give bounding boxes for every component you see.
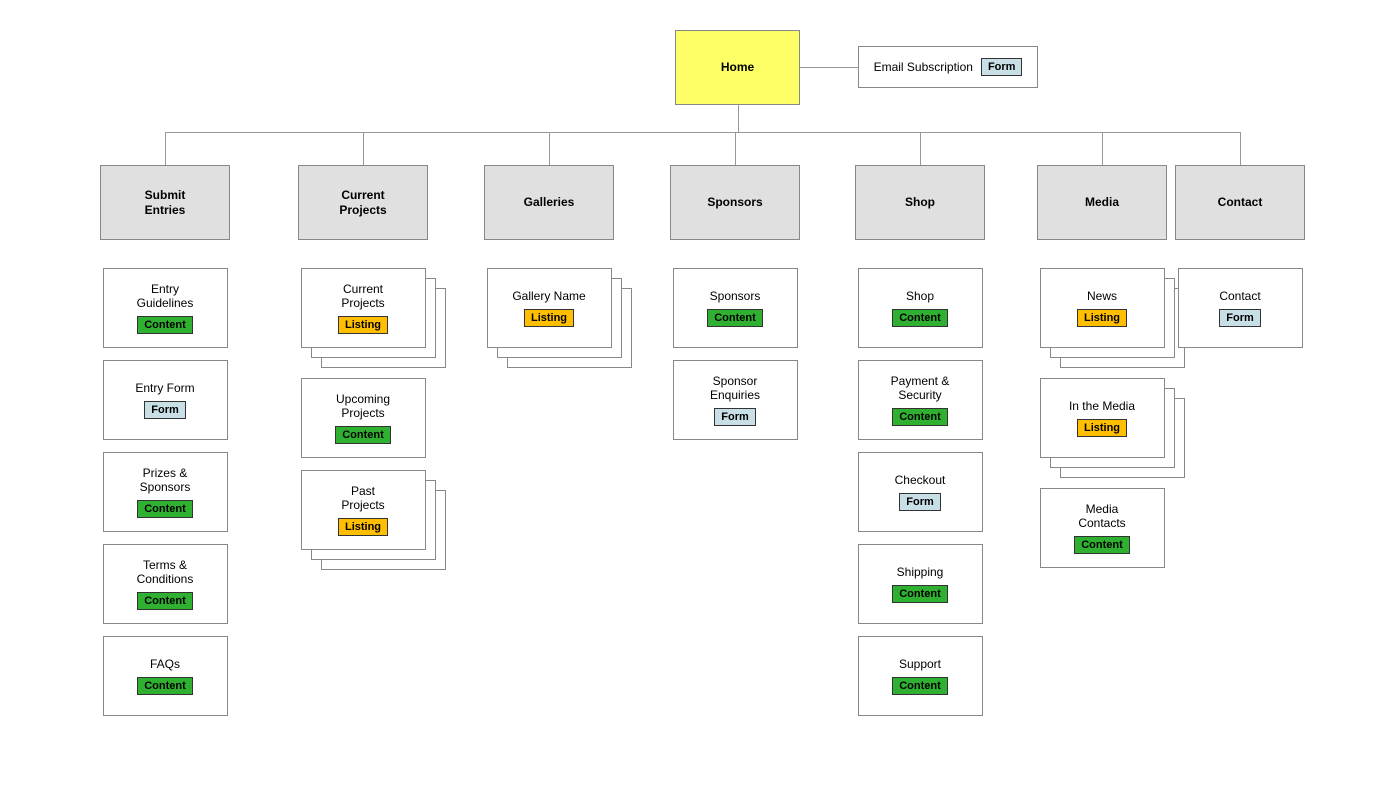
connector — [1240, 132, 1241, 165]
leaf-4-1: Payment & Security Content — [858, 360, 983, 440]
leaf-5-0: News Listing — [1040, 268, 1165, 348]
tag-content: Content — [707, 309, 763, 327]
label: Upcoming Projects — [336, 392, 390, 421]
label: Entry Form — [135, 381, 194, 395]
label: Sponsors — [707, 195, 762, 209]
leaf-0-2: Prizes & Sponsors Content — [103, 452, 228, 532]
label: Shipping — [897, 565, 944, 579]
connector — [920, 132, 921, 165]
tag-form: Form — [144, 401, 186, 419]
tag-listing: Listing — [1077, 309, 1127, 327]
leaf-0-0: Entry Guidelines Content — [103, 268, 228, 348]
section-4: Shop — [855, 165, 985, 240]
tag-form: Form — [1219, 309, 1261, 327]
tag-content: Content — [892, 408, 948, 426]
connector — [738, 105, 739, 132]
tag-form: Form — [981, 58, 1023, 76]
label: Payment & Security — [891, 374, 950, 403]
section-0: Submit Entries — [100, 165, 230, 240]
label: Current Projects — [339, 188, 386, 217]
connector — [800, 67, 858, 68]
label: Contact — [1219, 289, 1260, 303]
tag-content: Content — [892, 677, 948, 695]
leaf-4-2: Checkout Form — [858, 452, 983, 532]
label: Home — [721, 60, 754, 74]
tag-content: Content — [137, 500, 193, 518]
label: Current Projects — [341, 282, 384, 311]
node-email-subscription: Email Subscription Form — [858, 46, 1038, 88]
label: Support — [899, 657, 941, 671]
leaf-1-2: Past Projects Listing — [301, 470, 426, 550]
section-2: Galleries — [484, 165, 614, 240]
leaf-4-4: Support Content — [858, 636, 983, 716]
label: FAQs — [150, 657, 180, 671]
tag-content: Content — [137, 592, 193, 610]
tag-content: Content — [892, 585, 948, 603]
connector — [549, 132, 550, 165]
label: Sponsor Enquiries — [710, 374, 760, 403]
label: Submit Entries — [145, 188, 186, 217]
leaf-0-3: Terms & Conditions Content — [103, 544, 228, 624]
label: Checkout — [895, 473, 946, 487]
label: Contact — [1218, 195, 1263, 209]
leaf-4-0: Shop Content — [858, 268, 983, 348]
connector — [1102, 132, 1103, 165]
label: Email Subscription — [874, 60, 973, 74]
tag-listing: Listing — [524, 309, 574, 327]
label: Shop — [906, 289, 934, 303]
leaf-3-1: Sponsor Enquiries Form — [673, 360, 798, 440]
tag-content: Content — [892, 309, 948, 327]
leaf-1-1: Upcoming Projects Content — [301, 378, 426, 458]
tag-listing: Listing — [338, 518, 388, 536]
connector — [735, 132, 736, 165]
tag-content: Content — [1074, 536, 1130, 554]
label: News — [1087, 289, 1117, 303]
label: Past Projects — [341, 484, 384, 513]
section-6: Contact — [1175, 165, 1305, 240]
tag-listing: Listing — [1077, 419, 1127, 437]
section-1: Current Projects — [298, 165, 428, 240]
tag-content: Content — [137, 316, 193, 334]
node-home: Home — [675, 30, 800, 105]
label: Media — [1085, 195, 1119, 209]
label: Terms & Conditions — [137, 558, 194, 587]
leaf-0-4: FAQs Content — [103, 636, 228, 716]
leaf-0-1: Entry Form Form — [103, 360, 228, 440]
label: Shop — [905, 195, 935, 209]
label: Prizes & Sponsors — [140, 466, 191, 495]
leaf-2-0: Gallery Name Listing — [487, 268, 612, 348]
label: Entry Guidelines — [137, 282, 194, 311]
section-3: Sponsors — [670, 165, 800, 240]
label: Galleries — [524, 195, 575, 209]
leaf-6-0: Contact Form — [1178, 268, 1303, 348]
connector — [165, 132, 1240, 133]
label: Gallery Name — [512, 289, 585, 303]
connector — [165, 132, 166, 165]
connector — [363, 132, 364, 165]
tag-content: Content — [335, 426, 391, 444]
tag-listing: Listing — [338, 316, 388, 334]
tag-form: Form — [714, 408, 756, 426]
leaf-5-1: In the Media Listing — [1040, 378, 1165, 458]
label: Media Contacts — [1078, 502, 1125, 531]
section-5: Media — [1037, 165, 1167, 240]
leaf-5-2: Media Contacts Content — [1040, 488, 1165, 568]
tag-content: Content — [137, 677, 193, 695]
tag-form: Form — [899, 493, 941, 511]
leaf-1-0: Current Projects Listing — [301, 268, 426, 348]
label: In the Media — [1069, 399, 1135, 413]
label: Sponsors — [710, 289, 761, 303]
leaf-4-3: Shipping Content — [858, 544, 983, 624]
leaf-3-0: Sponsors Content — [673, 268, 798, 348]
